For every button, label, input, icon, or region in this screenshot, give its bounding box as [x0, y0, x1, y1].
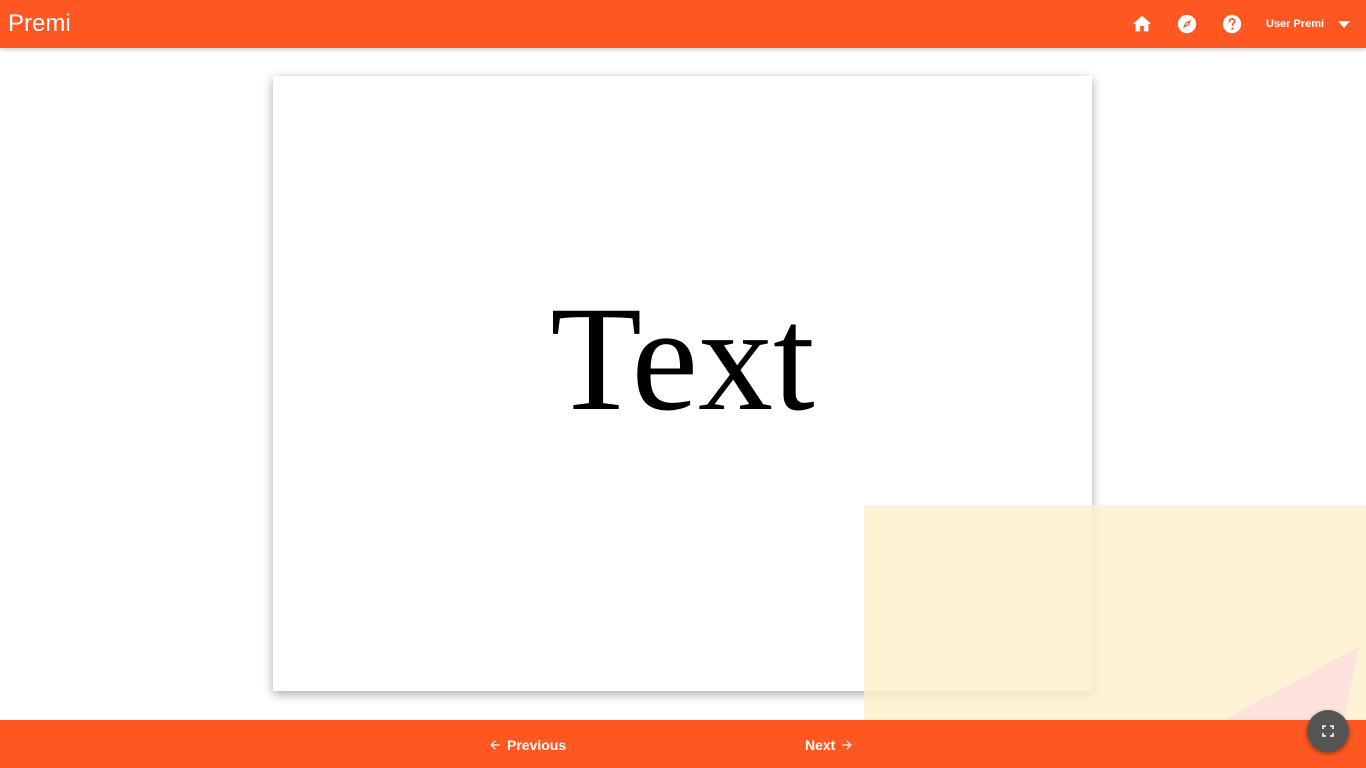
presentation-stage: Text: [0, 48, 1366, 720]
arrow-left-icon: [490, 740, 500, 750]
help-icon[interactable]: [1221, 13, 1243, 35]
explore-icon[interactable]: [1176, 13, 1198, 35]
bottom-nav-bar: Previous Next: [0, 720, 1366, 768]
fullscreen-icon: [1322, 725, 1334, 737]
slide: Text: [273, 76, 1092, 691]
next-label: Next: [805, 737, 836, 753]
chevron-down-icon: [1338, 21, 1350, 28]
home-icon[interactable]: [1131, 13, 1153, 35]
app-title[interactable]: Premi: [8, 9, 71, 39]
next-button[interactable]: Next: [805, 736, 854, 754]
previous-button[interactable]: Previous: [488, 736, 566, 754]
arrow-right-icon: [842, 740, 853, 750]
fullscreen-button[interactable]: [1307, 710, 1349, 752]
slide-text: Text: [550, 276, 815, 442]
user-menu[interactable]: User Premi: [1266, 16, 1350, 32]
top-app-bar: Premi User Premi: [0, 0, 1366, 48]
user-name: User Premi: [1266, 18, 1325, 30]
previous-label: Previous: [507, 737, 567, 753]
